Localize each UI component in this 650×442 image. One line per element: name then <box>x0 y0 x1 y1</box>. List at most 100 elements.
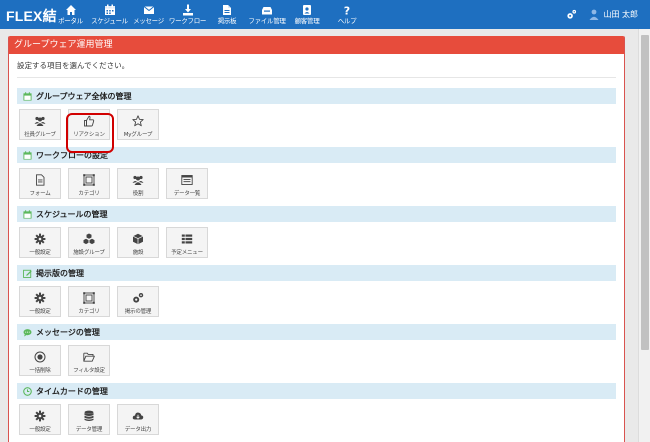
cube-icon <box>132 233 144 245</box>
tile-category[interactable]: カテゴリ <box>68 168 110 199</box>
top-navigation-bar: FLEX結 ポータル スケジュール メッセージ ワークフロー 掲示板 ファイル管… <box>0 0 650 29</box>
section-message-admin: メッセージの管理 一括削除 フィルタ設定 <box>17 324 616 377</box>
tile-label: フィルタ設定 <box>73 368 105 374</box>
clock-icon <box>23 386 32 396</box>
instruction-text: 設定する項目を選んでください。 <box>17 61 130 70</box>
folder-open-icon <box>83 352 95 362</box>
tile-label: 予定メニュー <box>171 250 203 256</box>
content-area: グループウェア運用管理 設定する項目を選んでください。 グループウェア全体の管理… <box>0 29 638 442</box>
address-book-icon <box>303 5 311 15</box>
nav-label: スケジュール <box>91 17 128 25</box>
gear-icon <box>34 292 46 304</box>
tile-facility-group[interactable]: 施設グループ <box>68 227 110 258</box>
gears-icon <box>567 9 577 19</box>
section-bulletin-admin: 掲示版の管理 一般設定 カテゴリ 掲示の管理 <box>17 265 616 318</box>
section-title: タイムカードの管理 <box>36 386 108 396</box>
record-icon <box>34 351 46 363</box>
help-icon: ? <box>344 5 350 17</box>
section-title: スケジュールの管理 <box>36 209 108 219</box>
nav-help[interactable]: ? ヘルプ <box>327 0 367 29</box>
tile-role[interactable]: 役割 <box>117 168 159 199</box>
tile-bulk-delete[interactable]: 一括削除 <box>19 345 61 376</box>
calendar-icon <box>23 209 32 219</box>
chat-icon <box>23 328 32 336</box>
tile-label: 施設 <box>132 250 144 256</box>
nav-portal[interactable]: ポータル <box>51 0 90 29</box>
tile-general-settings[interactable]: 一般設定 <box>19 404 61 435</box>
brand-logo[interactable]: FLEX結 <box>6 6 57 26</box>
settings-button[interactable] <box>563 0 579 29</box>
nav-workflow[interactable]: ワークフロー <box>168 0 207 29</box>
download-icon <box>182 4 193 16</box>
section-heading: 掲示版の管理 <box>17 265 616 281</box>
nav-label: ヘルプ <box>337 17 357 25</box>
calendar-icon <box>104 4 115 15</box>
tile-label: データ出力 <box>124 427 152 433</box>
nav-label: ワークフロー <box>168 17 207 25</box>
tile-category[interactable]: カテゴリ <box>68 286 110 317</box>
tile-label: 一般設定 <box>29 427 51 433</box>
tile-data-export[interactable]: データ出力 <box>117 404 159 435</box>
vertical-scrollbar[interactable] <box>638 29 650 442</box>
tile-data-management[interactable]: データ管理 <box>68 404 110 435</box>
tile-form[interactable]: フォーム <box>19 168 61 199</box>
nav-schedule[interactable]: スケジュール <box>90 0 129 29</box>
edit-icon <box>23 269 32 278</box>
nav-file-management[interactable]: ファイル管理 <box>247 0 287 29</box>
category-icon <box>83 292 95 304</box>
section-title: ワークフローの設定 <box>36 150 108 160</box>
svg-text:?: ? <box>344 5 350 17</box>
section-title: グループウェア全体の管理 <box>36 91 132 101</box>
nav-message[interactable]: メッセージ <box>129 0 168 29</box>
tile-general-settings[interactable]: 一般設定 <box>19 227 61 258</box>
user-icon <box>589 9 599 20</box>
section-heading: ワークフローの設定 <box>17 147 616 163</box>
tile-label: カテゴリ <box>78 191 100 197</box>
nav-customer-management[interactable]: 顧客管理 <box>287 0 327 29</box>
tile-facility[interactable]: 施設 <box>117 227 159 258</box>
gears-icon <box>133 293 144 303</box>
section-heading: メッセージの管理 <box>17 324 616 340</box>
tile-label: 一般設定 <box>29 250 51 256</box>
nav-bulletin[interactable]: 掲示板 <box>207 0 247 29</box>
divider <box>17 77 616 78</box>
tile-row: 一般設定 施設グループ 施設 予定メニュー <box>17 222 616 259</box>
tile-employee-group[interactable]: 社員グループ <box>19 109 61 140</box>
user-tools: 山田 太郎 <box>563 0 650 29</box>
tile-data-list[interactable]: データ一覧 <box>166 168 208 199</box>
tile-schedule-menu[interactable]: 予定メニュー <box>166 227 208 258</box>
tile-label: 社員グループ <box>24 132 56 138</box>
users-icon <box>132 175 144 185</box>
nav-label: ポータル <box>58 17 83 25</box>
admin-panel: グループウェア運用管理 設定する項目を選んでください。 グループウェア全体の管理… <box>8 36 625 442</box>
tile-label: データ一覧 <box>173 191 201 197</box>
database-icon <box>84 410 94 421</box>
tile-general-settings[interactable]: 一般設定 <box>19 286 61 317</box>
user-menu[interactable]: 山田 太郎 <box>589 0 638 29</box>
tile-label: 一括削除 <box>29 368 51 374</box>
nav-label: 掲示板 <box>217 17 237 25</box>
mail-icon <box>143 6 154 14</box>
calendar-icon <box>23 91 32 101</box>
section-workflow-settings: ワークフローの設定 フォーム カテゴリ 役割 データ一覧 <box>17 147 616 200</box>
tile-my-group[interactable]: Myグループ <box>117 109 159 140</box>
tile-row: 一般設定 カテゴリ 掲示の管理 <box>17 281 616 318</box>
nav-label: メッセージ <box>133 17 164 25</box>
thumbs-up-icon <box>84 115 95 127</box>
folder-icon <box>262 7 272 15</box>
bulletin-icon <box>223 5 231 15</box>
tile-label: 掲示の管理 <box>124 309 152 315</box>
scroll-thumb[interactable] <box>641 35 649 350</box>
menu-icon <box>181 234 193 244</box>
main-nav: ポータル スケジュール メッセージ ワークフロー 掲示板 ファイル管理 顧客管理… <box>51 0 367 29</box>
tile-row: 一般設定 データ管理 データ出力 <box>17 399 616 436</box>
section-title: メッセージの管理 <box>36 327 100 337</box>
section-heading: グループウェア全体の管理 <box>17 88 616 104</box>
tile-label: 役割 <box>132 191 144 197</box>
tile-post-management[interactable]: 掲示の管理 <box>117 286 159 317</box>
gear-icon <box>34 233 46 245</box>
tile-filter-settings[interactable]: フィルタ設定 <box>68 345 110 376</box>
tile-row: フォーム カテゴリ 役割 データ一覧 <box>17 163 616 200</box>
tile-row: 社員グループ リアクション Myグループ <box>17 104 616 141</box>
tile-reaction[interactable]: リアクション <box>68 109 110 140</box>
